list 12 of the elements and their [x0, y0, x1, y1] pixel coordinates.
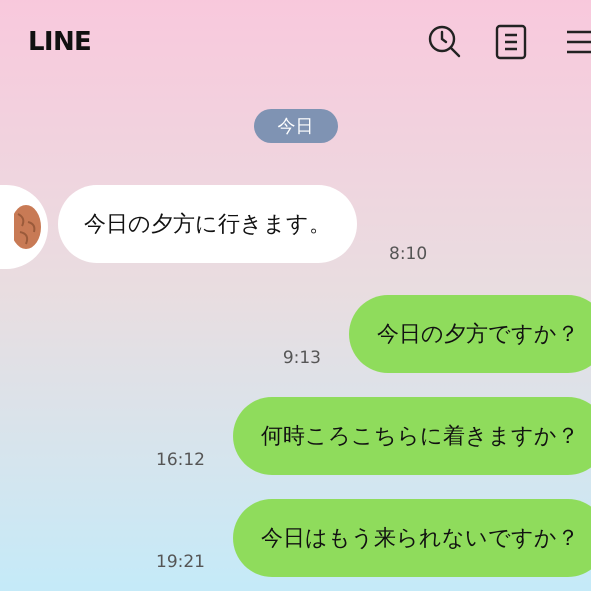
message-bubble: 何時ころこちらに着きますか？: [233, 397, 591, 475]
notes-icon[interactable]: [495, 24, 527, 60]
clock-search-icon[interactable]: [427, 24, 463, 60]
message-time: 19:21: [156, 550, 205, 574]
message-time: 9:13: [282, 346, 321, 370]
app-title: LINE: [28, 26, 92, 58]
message-bubble: 今日はもう来られないですか？: [233, 499, 591, 577]
message-bubble: 今日の夕方に行きます。: [58, 185, 357, 263]
date-label: 今日: [254, 109, 338, 143]
message-time: 8:10: [389, 242, 428, 266]
message-time: 16:12: [156, 448, 205, 472]
message-bubble: 今日の夕方ですか？: [349, 295, 591, 373]
